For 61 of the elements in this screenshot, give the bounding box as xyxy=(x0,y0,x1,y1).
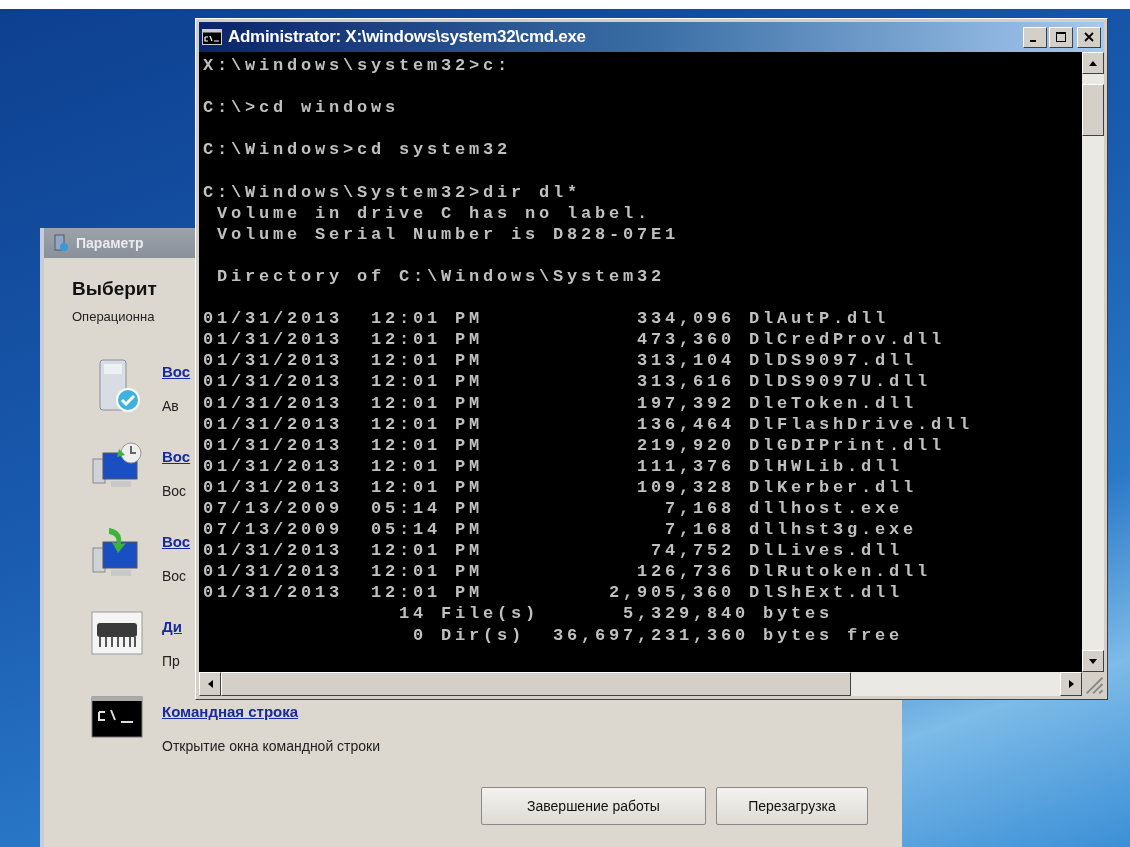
scroll-up-button[interactable] xyxy=(1082,52,1104,74)
minimize-icon xyxy=(1030,40,1036,42)
console-line: Directory of C:\Windows\System32 xyxy=(216,265,666,288)
terminal-icon xyxy=(91,696,143,738)
console-line: 01/31/2013 12:01 PM 334,096 DlAutP.dll xyxy=(203,308,890,330)
option-description: Пр xyxy=(162,652,180,670)
scroll-down-button[interactable] xyxy=(1082,650,1104,672)
console-line: 0 Dir(s) 36,697,231,360 bytes free xyxy=(412,624,904,646)
window-title: Administrator: X:\windows\system32\cmd.exe xyxy=(228,27,586,47)
console-line: 01/31/2013 12:01 PM 109,328 DlKerber.dll xyxy=(203,476,918,498)
close-button[interactable] xyxy=(1077,26,1101,48)
right-arrow-icon xyxy=(1068,680,1074,688)
console-line: 01/31/2013 12:01 PM 197,392 DleToken.dll xyxy=(203,392,918,414)
console-line: C:\>cd windows xyxy=(203,97,400,119)
scroll-right-button[interactable] xyxy=(1060,672,1082,696)
console-line: 07/13/2009 05:14 PM 7,168 dllhst3g.exe xyxy=(203,519,918,541)
dialog-button[interactable]: Перезагрузка xyxy=(716,787,868,825)
option-link[interactable]: Вос xyxy=(162,362,191,382)
up-arrow-icon xyxy=(1089,60,1097,66)
option-description: Открытие окна командной строки xyxy=(162,737,381,755)
console-line: 14 File(s) 5,329,840 bytes xyxy=(398,603,834,625)
horizontal-scrollbar[interactable] xyxy=(199,672,1082,696)
option-link[interactable]: Вос xyxy=(162,447,191,467)
console-line: 01/31/2013 12:01 PM 219,920 DlGDIPrint.dll xyxy=(203,434,946,456)
console-line: 01/31/2013 12:01 PM 111,376 DlHWLib.dll xyxy=(203,455,904,477)
option-link[interactable]: Вос xyxy=(162,532,191,552)
vertical-scrollbar[interactable] xyxy=(1082,52,1104,672)
console-line: 01/31/2013 12:01 PM 126,736 DlRutoken.dll xyxy=(203,561,932,583)
console-line: Volume Serial Number is D828-07E1 xyxy=(216,223,680,245)
computer-icon xyxy=(52,234,70,252)
console-line: 07/13/2009 05:14 PM 7,168 dllhost.exe xyxy=(203,497,904,520)
page-heading: Выберит xyxy=(72,278,157,300)
maximize-button[interactable] xyxy=(1049,26,1073,48)
window-title: Параметр xyxy=(76,235,144,251)
maximize-icon xyxy=(1056,32,1066,42)
scroll-thumb[interactable] xyxy=(221,672,851,696)
option-link[interactable]: Ди xyxy=(162,617,182,637)
page-subtitle: Операционна xyxy=(72,309,155,324)
console-line: C:\Windows\System32>dir dl* xyxy=(203,181,582,203)
terminal-icon xyxy=(202,29,222,45)
console-line: 01/31/2013 12:01 PM 2,905,360 DlShExt.dll xyxy=(203,582,904,604)
console-line: 01/31/2013 12:01 PM 313,616 DlDS9097U.dll xyxy=(203,371,932,393)
option-description: Вос xyxy=(162,482,187,500)
console-line: 01/31/2013 12:01 PM 74,752 DlLives.dll xyxy=(203,540,904,562)
memory-chip-icon xyxy=(91,611,143,655)
dialog-button[interactable]: Завершение работы xyxy=(481,787,706,825)
scroll-left-button[interactable] xyxy=(199,672,221,696)
option-description: Вос xyxy=(162,567,187,585)
left-arrow-icon xyxy=(207,680,213,688)
scroll-thumb[interactable] xyxy=(1082,84,1104,136)
console-line: Volume in drive C has no label. xyxy=(216,202,652,224)
minimize-button[interactable] xyxy=(1023,26,1047,48)
option-description: Ав xyxy=(162,397,179,415)
console-line: 01/31/2013 12:01 PM 313,104 DlDS9097.dll xyxy=(203,350,918,372)
console-line: 01/31/2013 12:01 PM 136,464 DlFlashDrive.dll xyxy=(203,413,974,435)
console-line: X:\windows\system32>c: xyxy=(203,55,512,77)
down-arrow-icon xyxy=(1089,658,1097,664)
console-line: 01/31/2013 12:01 PM 473,360 DlCredProv.dll xyxy=(203,329,946,351)
console-line: C:\Windows>cd system32 xyxy=(203,139,512,161)
close-icon xyxy=(1084,32,1094,42)
option-link[interactable]: Командная строка xyxy=(162,702,299,722)
